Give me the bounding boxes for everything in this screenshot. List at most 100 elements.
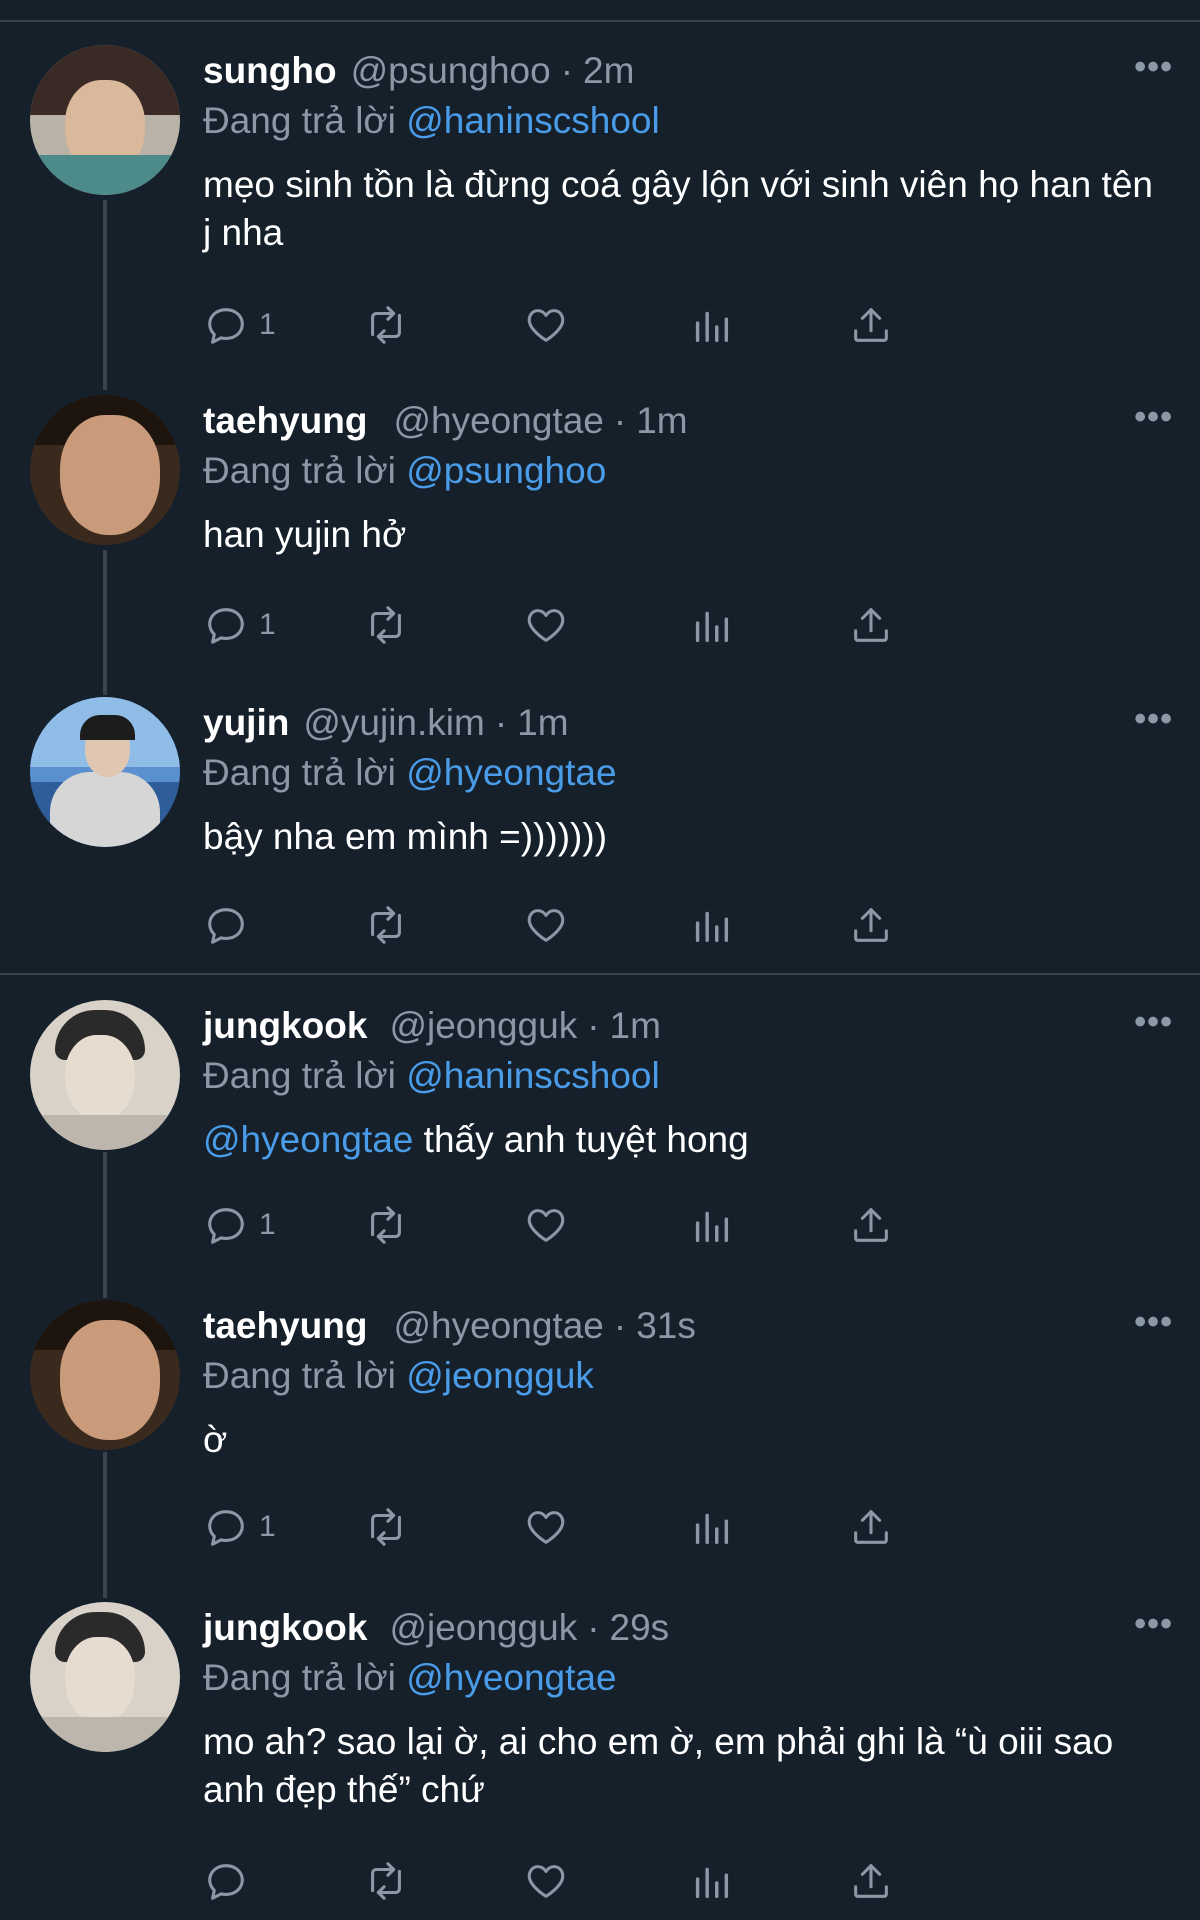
reply-button[interactable]: 1 bbox=[203, 1200, 276, 1250]
action-bar bbox=[203, 900, 1033, 950]
reply-to-link[interactable]: @hyeongtae bbox=[406, 752, 616, 793]
more-dots-icon[interactable]: ••• bbox=[1134, 400, 1173, 434]
reply-count: 1 bbox=[259, 1510, 276, 1543]
replying-to-line: Đang trả lời @haninscshool bbox=[203, 97, 1173, 145]
more-dots-icon[interactable]: ••• bbox=[1134, 1607, 1173, 1641]
share-icon bbox=[854, 1864, 888, 1898]
timestamp[interactable]: 2m bbox=[583, 45, 634, 97]
retweet-button[interactable] bbox=[363, 600, 409, 650]
like-button[interactable] bbox=[523, 1502, 569, 1552]
separator-dot: · bbox=[494, 702, 508, 743]
share-button[interactable] bbox=[848, 1856, 894, 1906]
separator-dot: · bbox=[560, 50, 574, 91]
reply-button[interactable] bbox=[203, 1856, 259, 1906]
avatar[interactable] bbox=[30, 1300, 180, 1450]
reply-button[interactable] bbox=[203, 900, 259, 950]
display-name[interactable]: sungho bbox=[203, 45, 337, 97]
reply-to-link[interactable]: @jeongguk bbox=[406, 1355, 594, 1396]
views-button[interactable] bbox=[688, 1200, 734, 1250]
retweet-button[interactable] bbox=[363, 1856, 409, 1906]
share-icon bbox=[854, 608, 888, 642]
retweet-button[interactable] bbox=[363, 900, 409, 950]
replying-label: Đang trả lời bbox=[203, 100, 396, 141]
user-handle[interactable]: @hyeongtae bbox=[393, 395, 603, 447]
tweet-text: bậy nha em mình =))))))) bbox=[203, 813, 1163, 861]
tweet-text-body: thấy anh tuyệt hong bbox=[413, 1119, 749, 1160]
display-name[interactable]: taehyung bbox=[203, 395, 367, 447]
user-handle[interactable]: @yujin.kim bbox=[303, 697, 484, 749]
thread-line bbox=[103, 1152, 107, 1298]
user-handle[interactable]: @jeongguk bbox=[389, 1000, 577, 1052]
tweet-text-body: mo ah? sao lại ờ, ai cho em ờ, em phải g… bbox=[203, 1721, 1114, 1810]
avatar[interactable] bbox=[30, 1000, 180, 1150]
share-button[interactable] bbox=[848, 300, 894, 350]
like-button[interactable] bbox=[523, 600, 569, 650]
reply-to-link[interactable]: @haninscshool bbox=[406, 1055, 660, 1096]
share-button[interactable] bbox=[848, 1502, 894, 1552]
reply-button[interactable]: 1 bbox=[203, 1502, 276, 1552]
like-button[interactable] bbox=[523, 900, 569, 950]
retweet-button[interactable] bbox=[363, 1200, 409, 1250]
heart-icon bbox=[527, 609, 565, 642]
views-button[interactable] bbox=[688, 900, 734, 950]
replying-to-line: Đang trả lời @haninscshool bbox=[203, 1052, 1173, 1100]
timestamp[interactable]: 31s bbox=[636, 1300, 696, 1352]
more-dots-icon[interactable]: ••• bbox=[1134, 702, 1173, 736]
user-handle[interactable]: @jeongguk bbox=[389, 1602, 577, 1654]
avatar[interactable] bbox=[30, 45, 180, 195]
views-button[interactable] bbox=[688, 600, 734, 650]
more-dots-icon[interactable]: ••• bbox=[1134, 50, 1173, 84]
share-icon bbox=[854, 908, 888, 942]
more-dots-icon[interactable]: ••• bbox=[1134, 1005, 1173, 1039]
views-button[interactable] bbox=[688, 1856, 734, 1906]
avatar[interactable] bbox=[30, 395, 180, 545]
tweet-text: han yujin hở bbox=[203, 511, 1163, 559]
action-bar: 1 bbox=[203, 1502, 1033, 1552]
mention-link[interactable]: @hyeongtae bbox=[203, 1119, 413, 1160]
like-button[interactable] bbox=[523, 1856, 569, 1906]
timestamp[interactable]: 1m bbox=[517, 697, 568, 749]
avatar[interactable] bbox=[30, 697, 180, 847]
share-button[interactable] bbox=[848, 600, 894, 650]
views-button[interactable] bbox=[688, 300, 734, 350]
display-name[interactable]: jungkook bbox=[203, 1000, 367, 1052]
reply-to-link[interactable]: @haninscshool bbox=[406, 100, 660, 141]
like-button[interactable] bbox=[523, 1200, 569, 1250]
share-button[interactable] bbox=[848, 900, 894, 950]
reply-to-link[interactable]: @hyeongtae bbox=[406, 1657, 616, 1698]
reply-icon bbox=[208, 908, 244, 944]
avatar[interactable] bbox=[30, 1602, 180, 1752]
retweet-button[interactable] bbox=[363, 300, 409, 350]
separator-dot: · bbox=[613, 400, 627, 441]
reply-button[interactable]: 1 bbox=[203, 600, 276, 650]
views-chart-icon bbox=[695, 911, 729, 943]
replying-label: Đang trả lời bbox=[203, 1355, 396, 1396]
replying-label: Đang trả lời bbox=[203, 1055, 396, 1096]
reply-icon bbox=[208, 308, 244, 344]
tweet-text-body: mẹo sinh tồn là đừng coá gây lộn với sin… bbox=[203, 164, 1153, 253]
timestamp[interactable]: 29s bbox=[610, 1602, 670, 1654]
views-chart-icon bbox=[695, 1211, 729, 1243]
action-bar: 1 bbox=[203, 600, 1033, 650]
replying-label: Đang trả lời bbox=[203, 1657, 396, 1698]
timestamp[interactable]: 1m bbox=[610, 1000, 661, 1052]
separator-dot: · bbox=[587, 1005, 600, 1046]
share-icon bbox=[854, 1208, 888, 1242]
retweet-icon bbox=[371, 906, 401, 944]
more-dots-icon[interactable]: ••• bbox=[1134, 1305, 1173, 1339]
replying-label: Đang trả lời bbox=[203, 752, 396, 793]
timestamp[interactable]: 1m bbox=[636, 395, 687, 447]
views-button[interactable] bbox=[688, 1502, 734, 1552]
display-name[interactable]: jungkook bbox=[203, 1602, 367, 1654]
share-button[interactable] bbox=[848, 1200, 894, 1250]
reply-button[interactable]: 1 bbox=[203, 300, 276, 350]
user-handle[interactable]: @hyeongtae bbox=[393, 1300, 603, 1352]
reply-to-link[interactable]: @psunghoo bbox=[406, 450, 606, 491]
retweet-button[interactable] bbox=[363, 1502, 409, 1552]
replying-label: Đang trả lời bbox=[203, 450, 396, 491]
user-handle[interactable]: @psunghoo bbox=[351, 45, 551, 97]
display-name[interactable]: yujin bbox=[203, 697, 289, 749]
action-bar: 1 bbox=[203, 300, 1033, 350]
like-button[interactable] bbox=[523, 300, 569, 350]
display-name[interactable]: taehyung bbox=[203, 1300, 367, 1352]
